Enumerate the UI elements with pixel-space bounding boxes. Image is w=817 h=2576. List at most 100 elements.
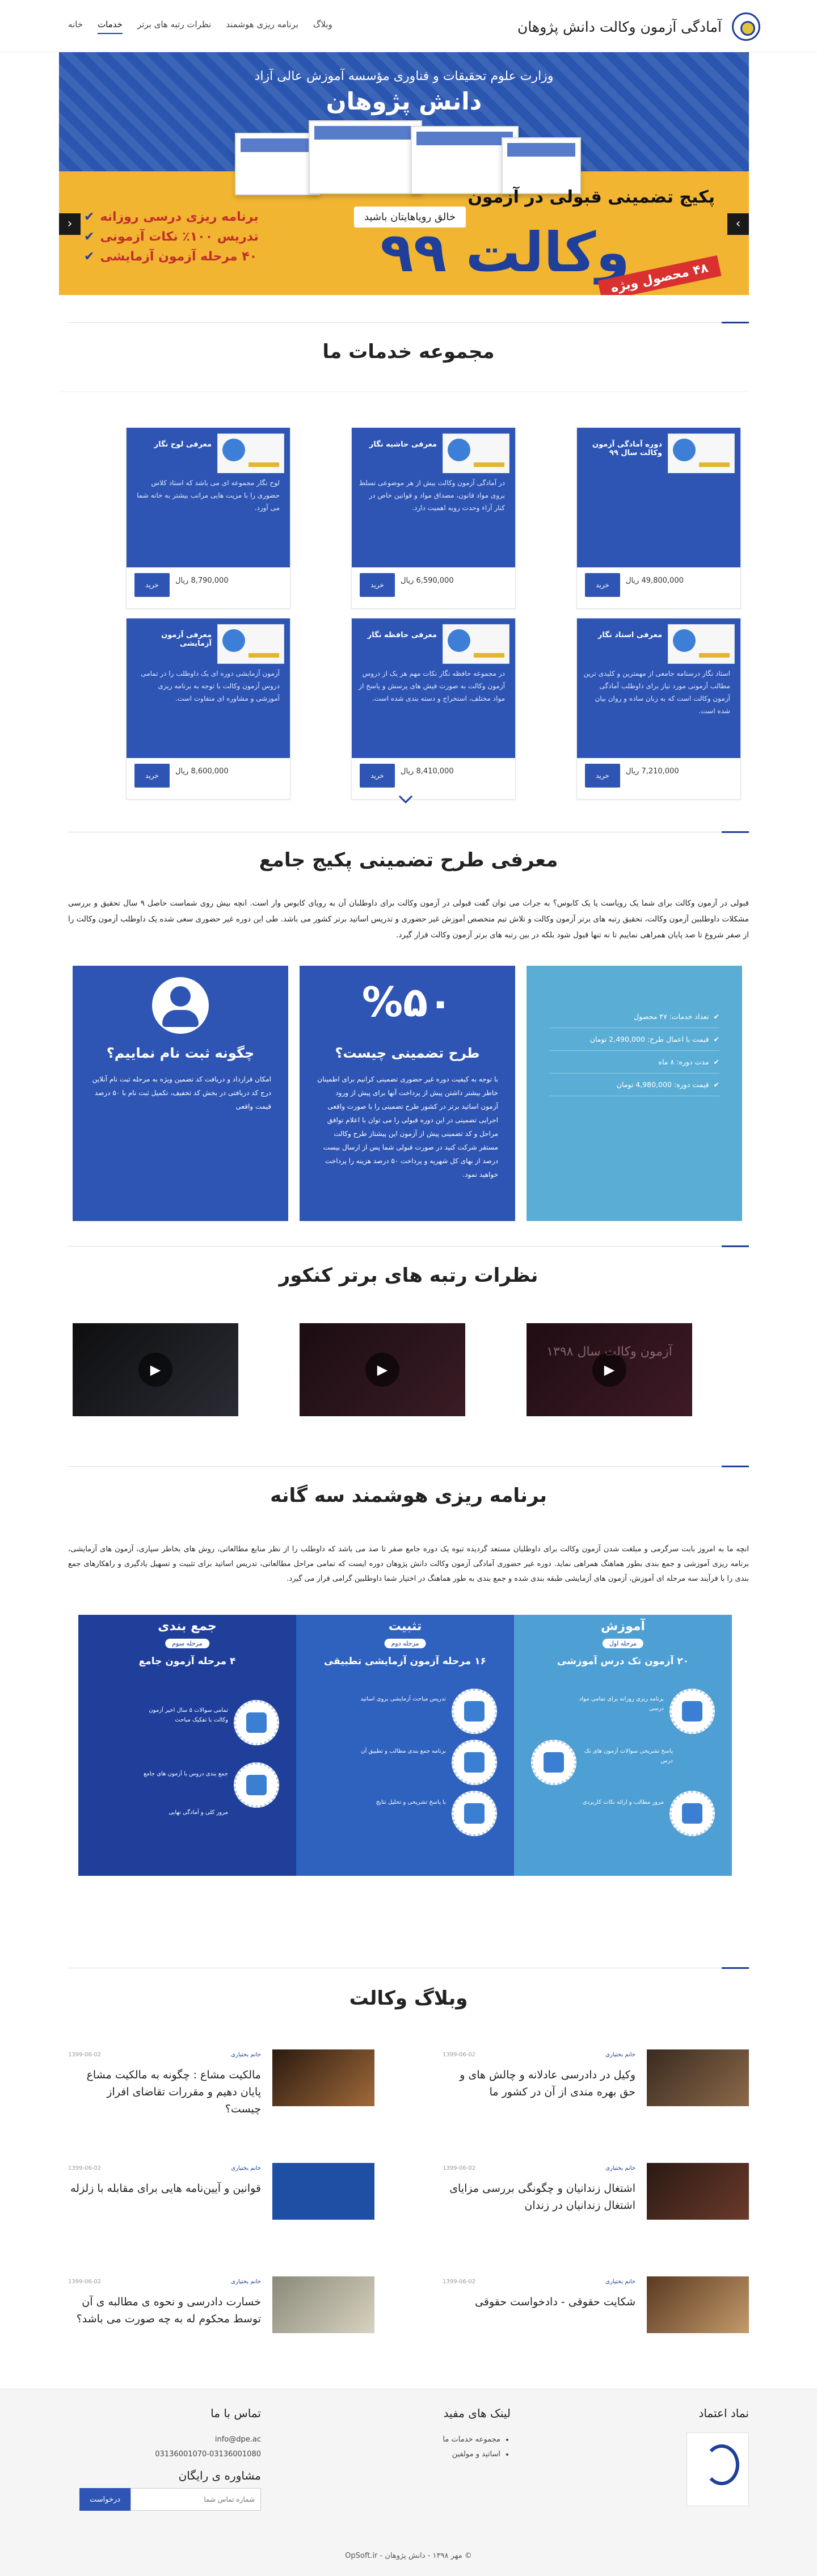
plan-step-icon xyxy=(452,1689,497,1734)
hero-package-title: پکیج تضمینی قبولی در آزمون xyxy=(468,187,715,207)
reviews-title: نظرات رتبه های برتر کنکور xyxy=(279,1264,538,1287)
post-title[interactable]: اشتغال زندانیان و چگونگی بررسی مزایای اش… xyxy=(443,2180,635,2214)
service-card[interactable]: معرفی حافظه نگار در مجموعه حافظه نگار نک… xyxy=(351,618,516,799)
nav-services[interactable]: خدمات xyxy=(98,19,123,34)
intro-title: معرفی طرح تضمینی پکیج جامع xyxy=(259,849,558,872)
post-thumbnail[interactable] xyxy=(272,2049,374,2106)
blog-post[interactable]: خانم بختیاری 1399-06-02 خسارت دادرسی و نح… xyxy=(68,2276,374,2339)
site-title[interactable]: آمادگی آزمون وکالت دانش پژوهان xyxy=(517,19,722,35)
buy-button[interactable]: خرید xyxy=(585,764,620,788)
chevron-down-icon[interactable] xyxy=(397,791,414,808)
service-price: 7,210,000 ریال xyxy=(626,767,679,776)
service-card[interactable]: معرفی استاد نگار استاد نگار درسنامه جامع… xyxy=(576,618,741,799)
post-author[interactable]: خانم بختیاری xyxy=(231,2165,261,2171)
service-card[interactable]: معرفی حاشیه نگار در آمادگی آزمون وکالت ب… xyxy=(351,427,516,609)
post-thumbnail[interactable] xyxy=(647,2049,749,2106)
buy-button[interactable]: خرید xyxy=(134,573,170,597)
service-price: 8,410,000 ریال xyxy=(401,767,454,776)
enamad-badge-icon[interactable] xyxy=(687,2432,749,2506)
service-price: 49,800,000 ریال xyxy=(626,576,684,585)
post-thumbnail[interactable] xyxy=(647,2163,749,2220)
slider-prev-arrow-icon[interactable]: ‹ xyxy=(59,213,81,235)
post-thumbnail[interactable] xyxy=(647,2276,749,2333)
consult-title: مشاوره ی رایگان xyxy=(178,2469,261,2482)
service-title: معرفی استاد نگار xyxy=(597,631,662,639)
hero-brand-text: دانش پژوهان xyxy=(326,87,482,115)
post-title[interactable]: خسارت دادرسی و نحوه ی مطالبه ی آن توسط م… xyxy=(68,2293,261,2327)
service-card[interactable]: دوره آمادگی آزمون وکالت سال ۹۹ 49,800,00… xyxy=(576,427,741,609)
hero-device-image xyxy=(309,120,422,194)
service-title: معرفی آزمون آزمایشی xyxy=(161,631,212,648)
post-author[interactable]: خانم بختیاری xyxy=(231,2052,261,2058)
plan-title: برنامه ریزی هوشمند سه گانه xyxy=(270,1484,547,1507)
play-icon[interactable]: ▶ xyxy=(592,1353,626,1387)
play-icon[interactable]: ▶ xyxy=(138,1353,172,1387)
buy-button[interactable]: خرید xyxy=(134,764,170,788)
service-card[interactable]: معرفی لوح نگار لوح نگار مجموعه ای می باش… xyxy=(126,427,290,609)
guarantee-text: با توجه به کیفیت دوره غیر حضوری تضمینی ک… xyxy=(317,1075,498,1178)
service-title: معرفی حاشیه نگار xyxy=(369,440,437,449)
phone-input[interactable] xyxy=(130,2488,261,2511)
post-title[interactable]: قوانین و آیین‌نامه هایی برای مقابله با ز… xyxy=(68,2180,261,2197)
post-thumbnail[interactable] xyxy=(272,2276,374,2333)
service-title: معرفی لوح نگار xyxy=(154,440,212,449)
page: آمادگی آزمون وکالت دانش پژوهان خانه خدما… xyxy=(0,0,817,2576)
blog-post[interactable]: خانم بختیاری 1399-06-02 وکیل در دادرسی عا… xyxy=(443,2049,749,2112)
post-title[interactable]: مالکیت مشاع : چگونه به مالکیت مشاع پایان… xyxy=(68,2066,261,2118)
service-desc: لوح نگار مجموعه ای می باشد که استاد کلاس… xyxy=(137,479,280,512)
post-date: 1399-06-02 xyxy=(443,2279,476,2285)
post-date: 1399-06-02 xyxy=(443,2165,476,2171)
review-video[interactable]: آزمون وکالت سال ۱۳۹۸ ▶ xyxy=(527,1323,692,1416)
footer-trust: نماد اعتماد xyxy=(579,2406,749,2506)
post-thumbnail[interactable] xyxy=(272,2163,374,2220)
service-thumbnail xyxy=(217,624,284,664)
post-author[interactable]: خانم بختیاری xyxy=(605,2279,635,2285)
check-icon: ✔ xyxy=(713,1080,719,1089)
post-author[interactable]: خانم بختیاری xyxy=(605,2165,635,2171)
service-thumbnail xyxy=(443,624,509,664)
services-section: دوره آمادگی آزمون وکالت سال ۹۹ 49,800,00… xyxy=(59,392,749,817)
review-video[interactable]: ▶ xyxy=(300,1323,465,1416)
plan-step-icon xyxy=(234,1700,279,1745)
section-divider xyxy=(68,1245,749,1247)
service-price: 8,790,000 ریال xyxy=(175,576,229,585)
check-icon: ✔ xyxy=(84,250,95,264)
blog-post[interactable]: خانم بختیاری 1399-06-02 اشتغال زندانیان و… xyxy=(443,2163,749,2225)
play-icon[interactable]: ▶ xyxy=(365,1353,399,1387)
blog-post[interactable]: خانم بختیاری 1399-06-02 قوانین و آیین‌نام… xyxy=(68,2163,374,2225)
buy-button[interactable]: خرید xyxy=(360,573,395,597)
consult-submit-button[interactable]: درخواست xyxy=(79,2488,130,2511)
feature-item: ✔ تعداد خدمات: ۴۷ محصول xyxy=(549,1005,719,1028)
footer-link[interactable]: اساتید و مولفین xyxy=(340,2447,500,2462)
buy-button[interactable]: خرید xyxy=(585,573,620,597)
buy-button[interactable]: خرید xyxy=(360,764,395,788)
post-title[interactable]: وکیل در دادرسی عادلانه و چالش های و حق ب… xyxy=(443,2066,635,2101)
nav-home[interactable]: خانه xyxy=(68,19,83,34)
check-icon: ✔ xyxy=(713,1012,719,1021)
blog-post[interactable]: خانم بختیاری 1399-06-02 مالکیت مشاع : چگو… xyxy=(68,2049,374,2115)
post-title[interactable]: شکایت حقوقی - دادخواست حقوقی xyxy=(443,2293,635,2310)
blog-post[interactable]: خانم بختیاری 1399-06-02 شکایت حقوقی - داد… xyxy=(443,2276,749,2339)
main-nav: خانه خدمات نظرات رتبه های برتر برنامه ری… xyxy=(68,19,332,34)
plan-step-icon xyxy=(452,1791,497,1836)
contact-email[interactable]: info@dpe.ac xyxy=(68,2432,261,2447)
footer-link[interactable]: مجموعه خدمات ما xyxy=(340,2432,500,2447)
post-author[interactable]: خانم بختیاری xyxy=(231,2279,261,2285)
nav-smart-plan[interactable]: برنامه ریزی هوشمند xyxy=(226,19,298,34)
service-card[interactable]: معرفی آزمون آزمایشی آزمون آزمایشی دوره ا… xyxy=(126,618,290,799)
plan-column-summary: جمع بندی مرحله سوم ۴ مرحله آزمون جامع تم… xyxy=(78,1615,296,1876)
contact-phones[interactable]: 03136001070-03136001080 xyxy=(68,2447,261,2462)
post-date: 1399-06-02 xyxy=(68,2279,102,2285)
site-logo-icon[interactable] xyxy=(732,12,760,41)
slider-next-arrow-icon[interactable]: › xyxy=(727,213,749,235)
nav-blog[interactable]: وبلاگ xyxy=(313,19,332,34)
nav-reviews[interactable]: نظرات رتبه های برتر xyxy=(137,19,211,34)
brand[interactable]: آمادگی آزمون وکالت دانش پژوهان xyxy=(517,12,760,41)
plan-step-icon xyxy=(234,1762,279,1808)
hero-ministry-text: وزارت علوم تحقیقات و فناوری مؤسسه آموزش … xyxy=(254,69,554,83)
feature-item: ✔ مدت دوره: ۸ ماه xyxy=(549,1051,719,1074)
service-desc: در آمادگی آزمون وکالت بیش از هر موضوعی ت… xyxy=(359,479,505,512)
guarantee-title: طرح تضمینی چیست؟ xyxy=(335,1045,480,1061)
post-author[interactable]: خانم بختیاری xyxy=(605,2052,635,2058)
review-video[interactable]: ▶ xyxy=(73,1323,238,1416)
